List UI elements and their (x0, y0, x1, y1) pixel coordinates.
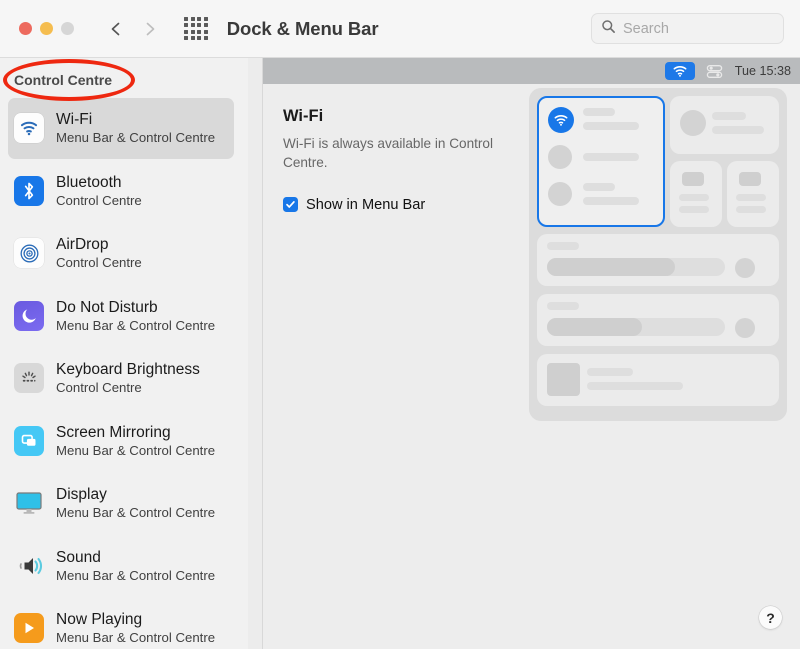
placeholder-circle (548, 145, 572, 169)
placeholder-bar (583, 197, 639, 205)
sidebar-list: Wi-Fi Menu Bar & Control Centre Bluetoot… (0, 97, 248, 649)
placeholder-bar (583, 122, 639, 130)
sidebar-item-bluetooth[interactable]: Bluetooth Control Centre (0, 160, 248, 223)
preview-slider-row-1[interactable] (537, 234, 779, 286)
placeholder-bar (547, 302, 579, 310)
navigation-arrows (108, 21, 158, 37)
main-pane: Wi-Fi Wi-Fi is always available in Contr… (263, 58, 800, 649)
sidebar-item-keyboard-brightness[interactable]: Keyboard Brightness Control Centre (0, 347, 248, 410)
traffic-lights (19, 22, 74, 35)
show-in-menu-bar-checkbox[interactable] (283, 197, 298, 212)
placeholder-bar (679, 194, 709, 201)
detail-heading: Wi-Fi (283, 107, 513, 126)
sidebar-item-label: Sound (56, 549, 215, 567)
sidebar-title: Control Centre (14, 72, 112, 88)
sidebar-item-airdrop[interactable]: AirDrop Control Centre (0, 222, 248, 285)
placeholder-bar (587, 368, 633, 376)
search-input[interactable]: Search (591, 13, 784, 44)
page-title: Dock & Menu Bar (227, 18, 379, 40)
menu-bar-clock: Tue 15:38 (735, 64, 791, 78)
keyboard-brightness-icon (14, 363, 44, 393)
sound-icon (14, 551, 44, 581)
sidebar-item-do-not-disturb[interactable]: Do Not Disturb Menu Bar & Control Centre (0, 285, 248, 348)
placeholder-bar (739, 172, 761, 186)
sidebar-item-sublabel: Menu Bar & Control Centre (56, 568, 215, 583)
slider-fill (547, 318, 642, 336)
placeholder-circle (548, 182, 572, 206)
placeholder-bar (587, 382, 683, 390)
preview-wifi-module[interactable] (537, 96, 665, 227)
screen-mirroring-icon (14, 426, 44, 456)
minimize-button[interactable] (40, 22, 53, 35)
sidebar-item-sublabel: Control Centre (56, 193, 142, 208)
sidebar-item-screen-mirroring[interactable]: Screen Mirroring Menu Bar & Control Cent… (0, 410, 248, 473)
search-placeholder: Search (623, 21, 669, 37)
preview-wifi-icon (548, 107, 574, 133)
sidebar-item-label: Wi-Fi (56, 111, 215, 129)
media-artwork (547, 363, 580, 396)
preview-module-small-right[interactable] (727, 161, 779, 227)
placeholder-circle (735, 318, 755, 338)
sidebar-item-display[interactable]: Display Menu Bar & Control Centre (0, 472, 248, 535)
placeholder-circle (680, 110, 706, 136)
preview-media-row[interactable] (537, 354, 779, 406)
back-chevron-icon[interactable] (108, 21, 124, 37)
sidebar-item-sublabel: Control Centre (56, 255, 142, 270)
bluetooth-icon (14, 176, 44, 206)
show-all-preferences-icon[interactable] (184, 17, 208, 41)
search-icon (601, 19, 616, 39)
placeholder-bar (583, 183, 615, 191)
display-icon (14, 488, 44, 518)
detail-section: Wi-Fi Wi-Fi is always available in Contr… (283, 107, 513, 213)
wifi-icon (14, 113, 44, 143)
sidebar-item-sublabel: Menu Bar & Control Centre (56, 443, 215, 458)
placeholder-bar (679, 206, 709, 213)
sidebar-item-sublabel: Menu Bar & Control Centre (56, 505, 215, 520)
sidebar-item-sound[interactable]: Sound Menu Bar & Control Centre (0, 535, 248, 598)
show-in-menu-bar-label: Show in Menu Bar (306, 197, 425, 213)
placeholder-circle (735, 258, 755, 278)
now-playing-icon (14, 613, 44, 643)
sidebar-item-label: AirDrop (56, 236, 142, 254)
placeholder-bar (736, 194, 766, 201)
menu-bar-preview: Tue 15:38 (263, 58, 800, 84)
placeholder-bar (583, 108, 615, 116)
moon-icon (14, 301, 44, 331)
sidebar-item-label: Keyboard Brightness (56, 361, 200, 379)
sidebar-item-sublabel: Menu Bar & Control Centre (56, 318, 215, 333)
slider-fill (547, 258, 675, 276)
placeholder-bar (736, 206, 766, 213)
forward-chevron-icon (142, 21, 158, 37)
sidebar-item-label: Now Playing (56, 611, 215, 629)
sidebar-item-label: Do Not Disturb (56, 299, 215, 317)
placeholder-bar (547, 242, 579, 250)
sidebar-item-now-playing[interactable]: Now Playing Menu Bar & Control Centre (0, 597, 248, 649)
show-in-menu-bar-checkbox-row[interactable]: Show in Menu Bar (283, 197, 513, 213)
sidebar-item-sublabel: Menu Bar & Control Centre (56, 630, 215, 645)
preview-module-display[interactable] (670, 96, 779, 154)
sidebar-item-label: Bluetooth (56, 174, 142, 192)
airdrop-icon (14, 238, 44, 268)
placeholder-bar (682, 172, 704, 186)
control-centre-preview (529, 88, 787, 421)
sidebar-item-wifi[interactable]: Wi-Fi Menu Bar & Control Centre (0, 97, 248, 160)
preferences-window: Dock & Menu Bar Search Control Centre (0, 0, 800, 649)
zoom-button (61, 22, 74, 35)
placeholder-bar (712, 126, 764, 134)
menu-bar-control-centre-icon[interactable] (702, 62, 728, 80)
preview-module-small-left[interactable] (670, 161, 722, 227)
sidebar-item-sublabel: Control Centre (56, 380, 200, 395)
preview-slider-row-2[interactable] (537, 294, 779, 346)
help-button[interactable]: ? (759, 606, 782, 629)
sidebar-item-label: Display (56, 486, 215, 504)
sidebar-item-sublabel: Menu Bar & Control Centre (56, 130, 215, 145)
placeholder-bar (712, 112, 746, 120)
window-toolbar: Dock & Menu Bar Search (0, 0, 800, 58)
menu-bar-wifi-icon[interactable] (665, 62, 695, 80)
close-button[interactable] (19, 22, 32, 35)
placeholder-bar (583, 153, 639, 161)
detail-description: Wi-Fi is always available in Control Cen… (283, 135, 513, 173)
sidebar: Control Centre Wi-Fi Men (0, 58, 248, 649)
sidebar-item-label: Screen Mirroring (56, 424, 215, 442)
